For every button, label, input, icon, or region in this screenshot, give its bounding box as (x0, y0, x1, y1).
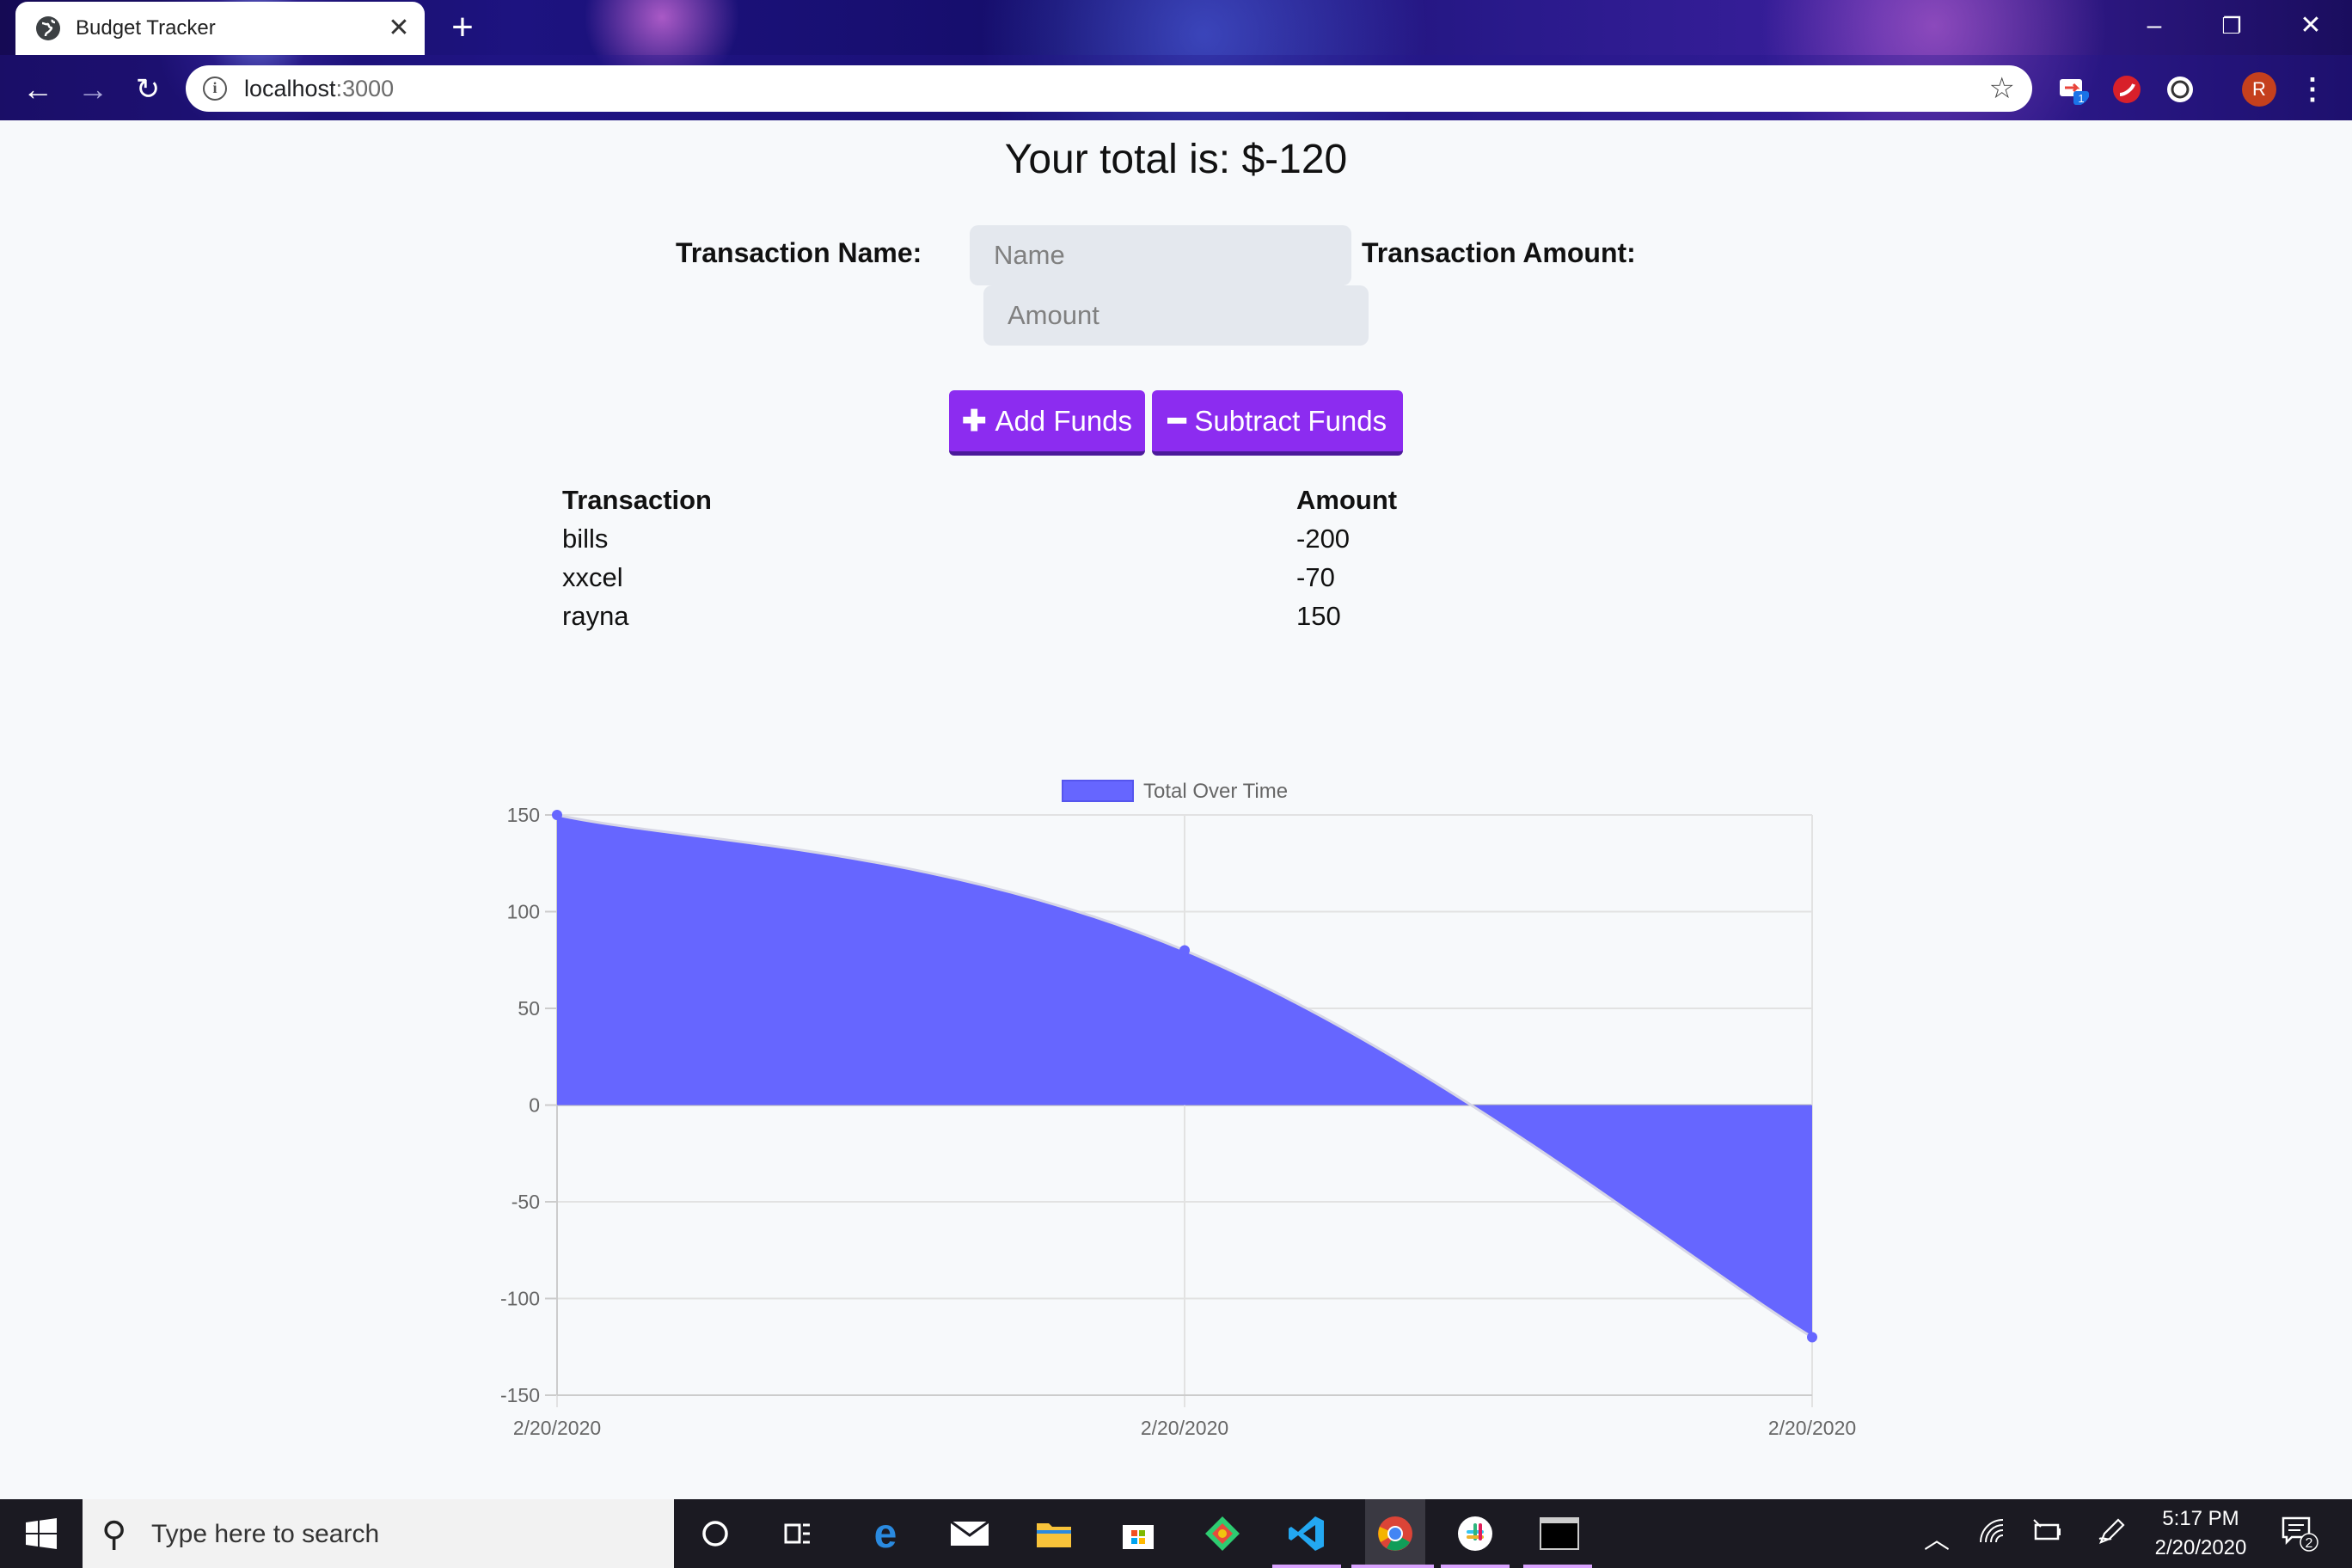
y-tick-label: 0 (529, 1094, 540, 1117)
battery-icon[interactable] (2032, 1518, 2061, 1551)
mail-icon[interactable] (946, 1510, 994, 1558)
y-tick-label: 100 (507, 901, 540, 923)
bookmark-star-icon[interactable]: ☆ (1989, 71, 2015, 106)
svg-text:1: 1 (2078, 92, 2084, 105)
browser-tab[interactable]: Budget Tracker ✕ (15, 2, 425, 55)
row-name: bills (562, 524, 609, 554)
profile-avatar[interactable]: R (2242, 72, 2276, 107)
header-amount: Amount (1296, 485, 1398, 515)
chevron-up-icon[interactable]: ︿ (1924, 1518, 1950, 1556)
row-name: rayna (562, 601, 629, 631)
restore-button[interactable]: ❐ (2206, 7, 2257, 45)
browser-chrome: Budget Tracker ✕ + – ❐ ✕ ← → ↻ i localho… (0, 0, 2352, 120)
plus-icon: ✚ (961, 404, 987, 438)
total-over-time-chart: Total Over Time 150 100 50 0 -50 -100 -150 2/20/… (500, 780, 1856, 1439)
x-tick-label: 2/20/2020 (1141, 1417, 1228, 1439)
data-point (1807, 1332, 1817, 1343)
chrome-active-indicator (1351, 1565, 1434, 1568)
table-row: bills -200 (562, 524, 1473, 562)
data-point (552, 810, 562, 820)
cortana-icon[interactable] (691, 1510, 739, 1558)
window-close-button[interactable]: ✕ (2285, 7, 2337, 45)
vscode-active-indicator (1272, 1565, 1341, 1568)
store-icon[interactable] (1114, 1510, 1162, 1558)
url-text: localhost:3000 (244, 76, 395, 101)
row-amount: 150 (1296, 601, 1341, 631)
table-row: xxcel -70 (562, 562, 1473, 601)
total-heading: Your total is: $-120 (1004, 137, 1348, 182)
gitkraken-icon[interactable] (1198, 1510, 1246, 1558)
pen-icon[interactable] (2098, 1518, 2125, 1551)
transaction-name-input[interactable] (970, 225, 1351, 285)
transactions-table: Transaction Amount bills -200 xxcel -70 … (562, 485, 1473, 640)
svg-text:2: 2 (2306, 1536, 2313, 1551)
windows-taskbar: ⚲ Type here to search e ︿ 5:17 PM 2/20/2… (0, 1499, 2352, 1568)
terminal-icon[interactable] (1535, 1510, 1583, 1558)
minus-icon: ━ (1167, 404, 1186, 438)
extension-red-icon[interactable] (2110, 72, 2144, 107)
new-tab-button[interactable]: + (444, 9, 481, 48)
taskbar-search-placeholder: Type here to search (151, 1520, 380, 1548)
row-amount: -200 (1296, 524, 1351, 554)
file-explorer-icon[interactable] (1030, 1510, 1078, 1558)
y-tick-label: -100 (500, 1288, 540, 1310)
legend-label: Total Over Time (1143, 780, 1288, 803)
data-point (1179, 945, 1190, 956)
transaction-name-label: Transaction Name: (676, 237, 922, 268)
edge-browser-icon[interactable]: e (861, 1510, 910, 1558)
taskbar-search-box[interactable]: ⚲ Type here to search (83, 1499, 674, 1568)
terminal-active-indicator (1523, 1565, 1592, 1568)
page-body: Your total is: $-120 Transaction Name: T… (0, 120, 2352, 1499)
add-funds-label: Add Funds (995, 404, 1133, 437)
back-arrow-icon[interactable]: ← (19, 70, 57, 108)
subtract-funds-label: Subtract Funds (1194, 404, 1387, 437)
y-tick-label: 50 (518, 997, 540, 1020)
info-icon[interactable]: i (203, 77, 227, 101)
reload-icon[interactable]: ↻ (129, 70, 167, 108)
browser-menu-icon[interactable]: ⋮ (2294, 70, 2331, 108)
taskbar-clock[interactable]: 5:17 PM 2/20/2020 (2132, 1504, 2269, 1563)
search-icon: ⚲ (101, 1516, 127, 1553)
transaction-amount-label: Transaction Amount: (1362, 237, 1636, 268)
x-tick-label: 2/20/2020 (513, 1417, 601, 1439)
slack-active-indicator (1441, 1565, 1510, 1568)
extension-cast-icon[interactable]: 1 (2056, 72, 2091, 107)
subtract-funds-button[interactable]: ━ Subtract Funds (1152, 390, 1403, 456)
forward-arrow-icon[interactable]: → (74, 70, 112, 108)
globe-icon (36, 16, 60, 40)
chrome-taskbar-icon[interactable] (1365, 1499, 1425, 1568)
notification-center-icon[interactable]: 2 (2278, 1513, 2319, 1554)
row-amount: -70 (1296, 562, 1335, 592)
legend-swatch (1062, 780, 1134, 802)
wifi-icon[interactable] (1979, 1518, 2006, 1551)
y-tick-label: -150 (500, 1384, 540, 1406)
slack-icon[interactable] (1451, 1510, 1499, 1558)
clock-date: 2/20/2020 (2154, 1536, 2247, 1559)
x-tick-label: 2/20/2020 (1768, 1417, 1856, 1439)
tab-title: Budget Tracker (76, 16, 216, 40)
add-funds-button[interactable]: ✚ Add Funds (949, 390, 1145, 456)
header-transaction: Transaction (562, 485, 712, 515)
vscode-icon[interactable] (1283, 1510, 1331, 1558)
transaction-amount-input[interactable] (983, 285, 1369, 346)
windows-start-icon[interactable] (26, 1518, 57, 1549)
address-bar[interactable]: i localhost:3000 ☆ (186, 65, 2032, 112)
minimize-button[interactable]: – (2128, 7, 2180, 45)
table-header-row: Transaction Amount (562, 485, 1473, 524)
table-row: rayna 150 (562, 601, 1473, 640)
y-tick-label: -50 (511, 1191, 540, 1213)
row-name: xxcel (562, 562, 623, 592)
extension-circle-icon[interactable] (2163, 72, 2197, 107)
clock-time: 5:17 PM (2162, 1507, 2239, 1530)
y-tick-label: 150 (507, 804, 540, 826)
task-view-icon[interactable] (774, 1510, 822, 1558)
close-tab-icon[interactable]: ✕ (385, 15, 413, 42)
